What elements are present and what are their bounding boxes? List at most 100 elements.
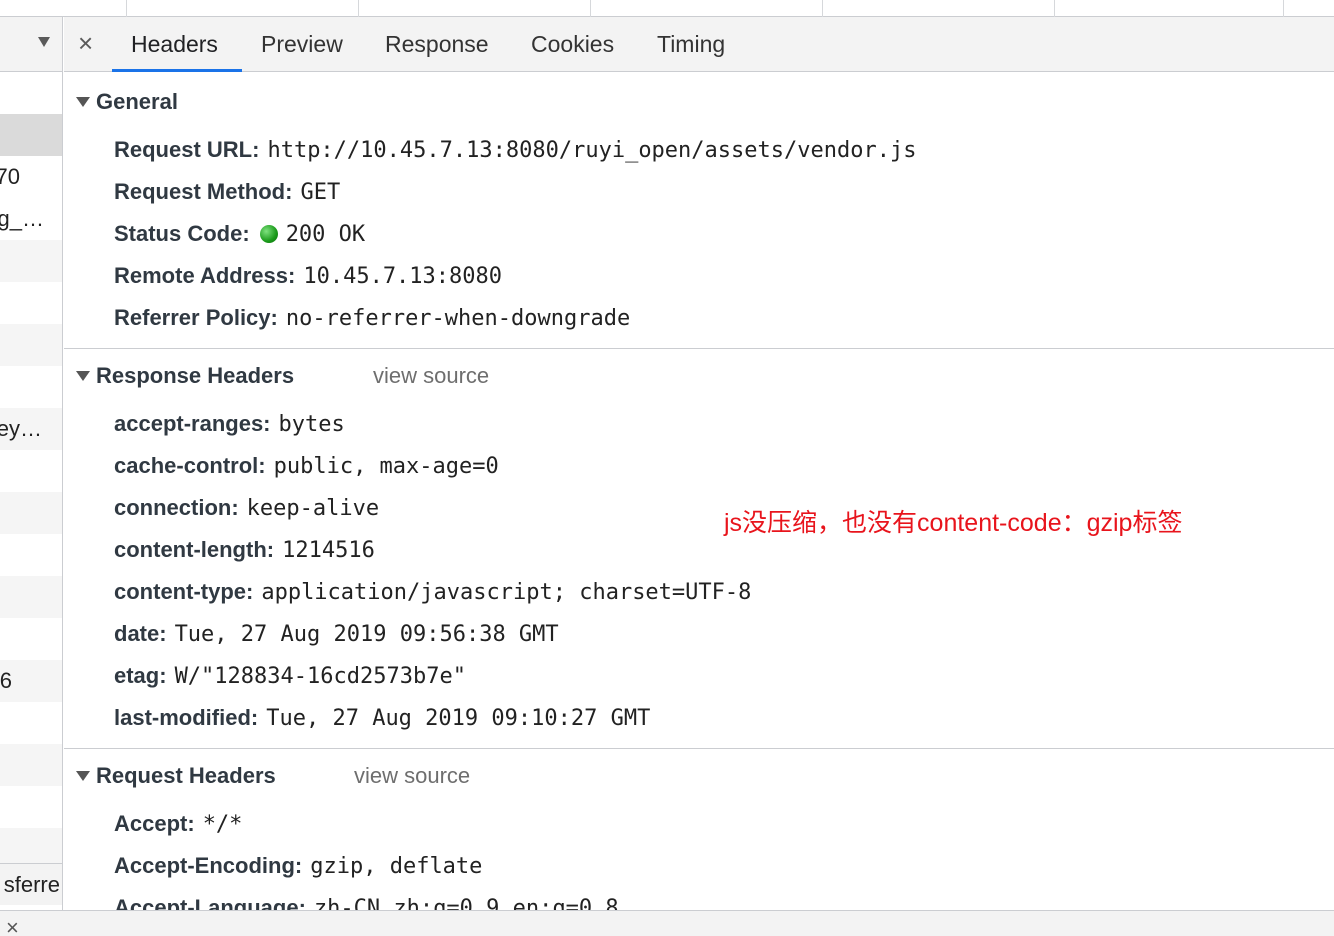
section-title: Response Headers xyxy=(96,363,295,388)
header-key: accept-ranges: xyxy=(114,411,271,436)
list-item-label: ey… xyxy=(0,416,42,441)
header-key: last-modified: xyxy=(114,705,259,730)
header-key: etag: xyxy=(114,663,167,688)
list-item-label: 70 xyxy=(0,164,20,189)
header-value: gzip, deflate xyxy=(310,854,483,879)
request-list-toolbar xyxy=(0,17,62,72)
section-title: Request Headers xyxy=(96,763,276,788)
list-item[interactable]: g_… xyxy=(0,198,62,240)
list-item-label: 6 xyxy=(0,668,12,693)
list-footer: sferre xyxy=(0,863,62,905)
tab-preview[interactable]: Preview xyxy=(261,17,343,72)
tab-headers[interactable]: Headers xyxy=(131,17,218,72)
list-item[interactable] xyxy=(0,282,62,324)
header-row: etag: W/"128834-16cd2573b7e" xyxy=(114,660,466,692)
header-key: Request Method: xyxy=(114,179,293,204)
header-key: Accept-Encoding: xyxy=(114,853,303,878)
header-value: keep-alive xyxy=(246,496,380,521)
header-row: Accept: */* xyxy=(114,808,242,840)
expand-triangle-icon xyxy=(76,371,90,381)
list-item[interactable] xyxy=(0,576,62,618)
tab-response[interactable]: Response xyxy=(385,17,489,72)
header-row: Request Method: GET xyxy=(114,176,340,208)
drawer-bar: × xyxy=(0,910,1334,936)
close-icon[interactable]: × xyxy=(78,27,93,59)
header-row: content-type: application/javascript; cha… xyxy=(114,576,751,608)
section-response-headers-header[interactable]: Response Headers xyxy=(76,361,294,391)
header-value: Tue, 27 Aug 2019 09:56:38 GMT xyxy=(174,622,559,647)
header-value: */* xyxy=(202,812,243,837)
header-key: Accept-Language: xyxy=(114,895,306,910)
header-value: http://10.45.7.13:8080/ruyi_open/assets/… xyxy=(267,138,917,163)
header-row: Accept-Encoding: gzip, deflate xyxy=(114,850,482,882)
view-source-link[interactable]: view source xyxy=(354,761,470,791)
tab-timing[interactable]: Timing xyxy=(657,17,725,72)
list-item[interactable] xyxy=(0,492,62,534)
column-separator xyxy=(1283,0,1284,17)
header-value: 200 OK xyxy=(285,222,366,247)
header-value: application/javascript; charset=UTF-8 xyxy=(261,580,752,605)
header-value: Tue, 27 Aug 2019 09:10:27 GMT xyxy=(266,706,651,731)
list-item[interactable] xyxy=(0,786,62,828)
active-tab-indicator xyxy=(112,69,242,72)
header-value: no-referrer-when-downgrade xyxy=(285,306,631,331)
status-ok-icon xyxy=(259,225,278,243)
section-title: General xyxy=(96,89,178,114)
column-separator xyxy=(1054,0,1055,17)
expand-triangle-icon xyxy=(76,97,90,107)
view-source-link[interactable]: view source xyxy=(373,361,489,391)
close-icon[interactable]: × xyxy=(6,917,19,936)
tab-cookies[interactable]: Cookies xyxy=(531,17,614,72)
list-item[interactable] xyxy=(0,240,62,282)
header-row: Accept-Language: zh-CN,zh;q=0.9,en;q=0.8 xyxy=(114,892,619,910)
header-row: Status Code: 200 OK xyxy=(114,218,365,250)
header-value: bytes xyxy=(278,412,345,437)
header-row: last-modified: Tue, 27 Aug 2019 09:10:27 … xyxy=(114,702,650,734)
annotation-note: js没压缩，也没有content-code：gzip标签 xyxy=(724,509,1183,537)
header-key: Referrer Policy: xyxy=(114,305,278,330)
header-row: connection: keep-alive xyxy=(114,492,379,524)
list-item-selected[interactable] xyxy=(0,114,62,156)
dropdown-arrow-icon[interactable] xyxy=(38,37,50,47)
list-item[interactable] xyxy=(0,324,62,366)
header-value: 1214516 xyxy=(282,538,375,563)
header-row: accept-ranges: bytes xyxy=(114,408,345,440)
column-separator xyxy=(358,0,359,17)
detail-tabbar: × Headers Preview Response Cookies Timin… xyxy=(64,17,1334,72)
list-item[interactable] xyxy=(0,618,62,660)
header-key: Remote Address: xyxy=(114,263,296,288)
header-key: content-type: xyxy=(114,579,254,604)
header-key: Request URL: xyxy=(114,137,260,162)
expand-triangle-icon xyxy=(76,771,90,781)
header-value: public, max-age=0 xyxy=(273,454,499,479)
column-separator xyxy=(126,0,127,17)
request-detail-pane: × Headers Preview Response Cookies Timin… xyxy=(64,17,1334,910)
header-key: Accept: xyxy=(114,811,195,836)
header-row: cache-control: public, max-age=0 xyxy=(114,450,499,482)
list-item[interactable] xyxy=(0,744,62,786)
list-item[interactable] xyxy=(0,366,62,408)
list-footer-label: sferre xyxy=(3,872,60,897)
column-separator xyxy=(590,0,591,17)
header-key: date: xyxy=(114,621,167,646)
header-value: zh-CN,zh;q=0.9,en;q=0.8 xyxy=(313,896,619,910)
request-list[interactable]: 70 g_… ey… 6 sferre xyxy=(0,17,63,910)
header-key: Status Code: xyxy=(114,221,250,246)
list-item[interactable] xyxy=(0,702,62,744)
list-item[interactable] xyxy=(0,72,62,114)
top-column-strip xyxy=(0,0,1334,17)
header-row: Remote Address: 10.45.7.13:8080 xyxy=(114,260,502,292)
list-item[interactable] xyxy=(0,534,62,576)
list-item[interactable] xyxy=(0,450,62,492)
list-item[interactable]: 6 xyxy=(0,660,62,702)
header-row: Request URL: http://10.45.7.13:8080/ruyi_… xyxy=(114,134,916,166)
header-key: content-length: xyxy=(114,537,275,562)
header-row: content-length: 1214516 xyxy=(114,534,375,566)
header-key: connection: xyxy=(114,495,239,520)
section-request-headers-header[interactable]: Request Headers xyxy=(76,761,276,791)
list-item[interactable]: 70 xyxy=(0,156,62,198)
list-item-label: g_… xyxy=(0,206,44,231)
header-value: GET xyxy=(300,180,341,205)
section-general-header[interactable]: General xyxy=(76,87,178,117)
list-item[interactable]: ey… xyxy=(0,408,62,450)
